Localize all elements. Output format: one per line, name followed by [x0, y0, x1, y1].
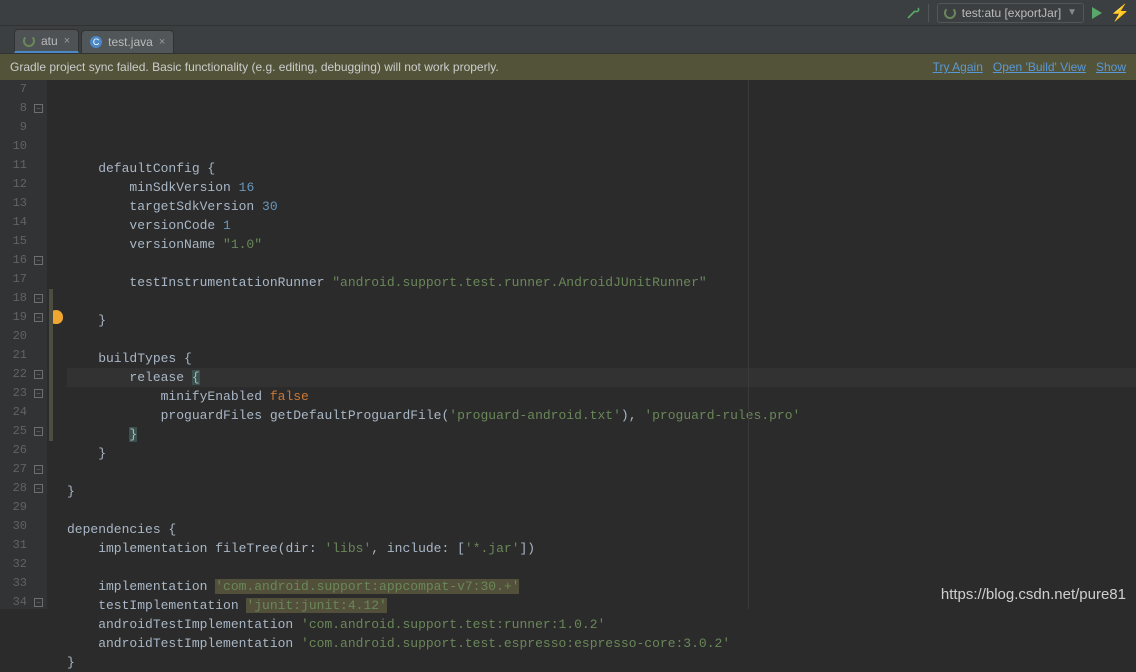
code-line[interactable]	[67, 292, 1136, 311]
line-number: 13	[0, 194, 27, 213]
fold-toggle-icon[interactable]: −	[34, 389, 43, 398]
close-icon[interactable]: ×	[159, 36, 165, 48]
line-number: 9	[0, 118, 27, 137]
fold-toggle-icon[interactable]: −	[34, 313, 43, 322]
fold-toggle-icon[interactable]: −	[34, 256, 43, 265]
code-line[interactable]: implementation fileTree(dir: 'libs', inc…	[67, 539, 1136, 558]
main-toolbar: test:atu [exportJar] ▼ ⚡	[0, 0, 1136, 26]
code-line[interactable]	[67, 501, 1136, 520]
line-number: 26	[0, 441, 27, 460]
line-number: 30	[0, 517, 27, 536]
gradle-icon	[23, 35, 35, 47]
code-line[interactable]: defaultConfig {	[67, 159, 1136, 178]
line-number: 29	[0, 498, 27, 517]
try-again-link[interactable]: Try Again	[933, 60, 983, 74]
fold-toggle-icon[interactable]: −	[34, 465, 43, 474]
code-line[interactable]	[67, 463, 1136, 482]
line-number: 34	[0, 593, 27, 612]
chevron-down-icon: ▼	[1067, 7, 1077, 18]
watermark: https://blog.csdn.net/pure81	[941, 586, 1126, 603]
code-line[interactable]: androidTestImplementation 'com.android.s…	[67, 615, 1136, 634]
separator	[928, 4, 929, 22]
code-line[interactable]: minifyEnabled false	[67, 387, 1136, 406]
line-number: 8	[0, 99, 27, 118]
fold-toggle-icon[interactable]: −	[34, 598, 43, 607]
code-editor[interactable]: 7891011121314151617181920212223242526272…	[0, 80, 1136, 609]
tab-atu[interactable]: atu ×	[14, 29, 79, 53]
show-link[interactable]: Show	[1096, 60, 1126, 74]
code-line[interactable]: versionCode 1	[67, 216, 1136, 235]
banner-message: Gradle project sync failed. Basic functi…	[10, 60, 923, 74]
code-line[interactable]: testInstrumentationRunner "android.suppo…	[67, 273, 1136, 292]
line-number: 33	[0, 574, 27, 593]
code-line[interactable]: }	[67, 311, 1136, 330]
line-number: 27	[0, 460, 27, 479]
code-line[interactable]: versionName "1.0"	[67, 235, 1136, 254]
right-margin-line	[748, 80, 749, 609]
run-icon[interactable]	[1092, 7, 1102, 19]
sync-failed-banner: Gradle project sync failed. Basic functi…	[0, 54, 1136, 80]
fold-toggle-icon[interactable]: −	[34, 104, 43, 113]
fold-toggle-icon[interactable]: −	[34, 427, 43, 436]
line-number: 18	[0, 289, 27, 308]
change-marker	[49, 289, 53, 441]
code-line[interactable]: }	[67, 482, 1136, 501]
code-line[interactable]: proguardFiles getDefaultProguardFile('pr…	[67, 406, 1136, 425]
line-number: 15	[0, 232, 27, 251]
editor-tabs: atu × C test.java ×	[0, 26, 1136, 54]
code-line[interactable]: }	[67, 653, 1136, 672]
attach-debugger-icon[interactable]: ⚡	[1110, 3, 1130, 23]
line-number: 14	[0, 213, 27, 232]
run-config-label: test:atu [exportJar]	[962, 6, 1061, 20]
line-number: 10	[0, 137, 27, 156]
line-number: 25	[0, 422, 27, 441]
tab-label: test.java	[108, 35, 153, 49]
line-number: 31	[0, 536, 27, 555]
code-line[interactable]: buildTypes {	[67, 349, 1136, 368]
fold-column[interactable]: − − − − − − − − − −	[33, 80, 47, 609]
fold-toggle-icon[interactable]: −	[34, 484, 43, 493]
line-number: 12	[0, 175, 27, 194]
line-number: 23	[0, 384, 27, 403]
java-icon: C	[90, 36, 102, 48]
line-number: 22	[0, 365, 27, 384]
build-icon[interactable]	[906, 6, 920, 20]
code-line[interactable]: minSdkVersion 16	[67, 178, 1136, 197]
code-line[interactable]	[67, 330, 1136, 349]
code-line[interactable]	[67, 558, 1136, 577]
line-number: 32	[0, 555, 27, 574]
line-number: 17	[0, 270, 27, 289]
code-line[interactable]: dependencies {	[67, 520, 1136, 539]
fold-toggle-icon[interactable]: −	[34, 370, 43, 379]
code-line[interactable]	[67, 254, 1136, 273]
fold-toggle-icon[interactable]: −	[34, 294, 43, 303]
code-line[interactable]: }	[67, 444, 1136, 463]
run-configuration-dropdown[interactable]: test:atu [exportJar] ▼	[937, 3, 1084, 23]
close-icon[interactable]: ×	[64, 35, 70, 47]
code-line[interactable]	[67, 140, 1136, 159]
line-number: 24	[0, 403, 27, 422]
tab-test-java[interactable]: C test.java ×	[81, 30, 174, 53]
line-number: 28	[0, 479, 27, 498]
line-number-gutter: 7891011121314151617181920212223242526272…	[0, 80, 33, 609]
tab-label: atu	[41, 34, 58, 48]
code-line[interactable]: targetSdkVersion 30	[67, 197, 1136, 216]
code-line[interactable]: androidTestImplementation 'com.android.s…	[67, 634, 1136, 653]
code-line[interactable]: release {	[67, 368, 1136, 387]
line-number: 21	[0, 346, 27, 365]
line-number: 11	[0, 156, 27, 175]
code-line[interactable]: }	[67, 425, 1136, 444]
code-area[interactable]: defaultConfig { minSdkVersion 16 targetS…	[67, 80, 1136, 609]
open-build-view-link[interactable]: Open 'Build' View	[993, 60, 1086, 74]
line-number: 16	[0, 251, 27, 270]
line-number: 19	[0, 308, 27, 327]
line-number: 20	[0, 327, 27, 346]
gradle-icon	[944, 7, 956, 19]
line-number: 7	[0, 80, 27, 99]
